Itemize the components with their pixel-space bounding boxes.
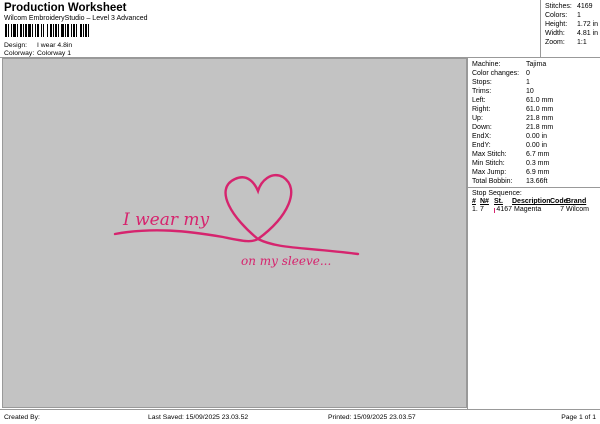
stop-row: 1. 7 4167 Magenta 7 Wilcom — [472, 206, 600, 214]
colorway-value: Colorway 1 — [37, 50, 71, 57]
summary-value: 4169 — [577, 3, 593, 10]
stop-col-header: St. — [494, 198, 503, 205]
summary-label: Colors: — [545, 12, 568, 19]
footer: Created By: Last Saved: 15/09/2025 23.03… — [0, 409, 600, 424]
software-name: Wilcom EmbroideryStudio – Level 3 Advanc… — [4, 15, 148, 22]
summary-box: Stitches: 4169 Colors: 1 Height: 1.72 in Wi… — [540, 0, 600, 58]
detail-value: 0.3 mm — [526, 160, 550, 167]
machine-details: Machine: Tajima Color changes: 0 Stops: 1 Trim… — [467, 58, 600, 409]
design-label: Design: — [4, 42, 28, 49]
barcode — [5, 24, 101, 37]
detail-row: Down: 21.8 mm — [472, 123, 600, 132]
detail-value: 10 — [526, 88, 534, 95]
last-saved: Last Saved: 15/09/2025 23.03.52 — [148, 414, 249, 421]
summary-label: Zoom: — [545, 39, 565, 46]
stop-col-header: # — [472, 198, 476, 205]
summary-value: 1:1 — [577, 39, 587, 46]
detail-value: 61.0 mm — [526, 106, 554, 113]
stop-col-header: Brand — [566, 198, 587, 205]
detail-label: Trims: — [472, 88, 492, 95]
design-text-line1: I wear my — [122, 210, 210, 230]
detail-label: Left: — [472, 97, 486, 104]
detail-row: EndY: 0.00 in — [472, 141, 600, 150]
printed-date: Printed: 15/09/2025 23.03.57 — [328, 414, 416, 421]
created-by: Created By: — [4, 414, 40, 421]
summary-value: 4.81 in — [577, 30, 599, 37]
detail-value: 13.66ft — [526, 178, 548, 185]
detail-row: Max Jump: 6.9 mm — [472, 168, 600, 177]
summary-label: Height: — [545, 21, 568, 28]
detail-value: 21.8 mm — [526, 124, 554, 131]
detail-row: Min Stitch: 0.3 mm — [472, 159, 600, 168]
stop-table-header: # N# St. Description Code Brand — [472, 198, 600, 206]
page-title: Production Worksheet — [4, 2, 127, 14]
detail-row: Machine: Tajima — [472, 60, 600, 69]
page-number: Page 1 of 1 — [561, 414, 596, 421]
detail-value: 0 — [526, 70, 530, 77]
colorway-label: Colorway: — [4, 50, 35, 57]
design-text-line2: on my sleeve... — [241, 254, 331, 268]
embroidery-design: I wear my on my sleeve... — [113, 174, 360, 268]
design-preview: I wear my on my sleeve... — [2, 58, 467, 408]
detail-label: Max Stitch: — [472, 151, 507, 158]
detail-row: Left: 61.0 mm — [472, 96, 600, 105]
detail-value: 61.0 mm — [526, 97, 554, 104]
detail-label: Up: — [472, 115, 483, 122]
detail-label: Color changes: — [472, 70, 520, 77]
detail-row: Max Stitch: 6.7 mm — [472, 150, 600, 159]
stop-col-header: N# — [480, 198, 489, 205]
detail-label: Right: — [472, 106, 491, 113]
design-value: I wear 4.8in — [37, 42, 73, 49]
stitch-count: 4167 — [496, 206, 512, 213]
detail-label: Total Bobbin: — [472, 178, 513, 185]
thread-brand: Wilcom — [566, 206, 589, 213]
detail-label: Min Stitch: — [472, 160, 505, 167]
needle-num: 7 — [480, 206, 484, 213]
color-code: 7 — [560, 206, 564, 213]
detail-row: EndX: 0.00 in — [472, 132, 600, 141]
detail-value: 1 — [526, 79, 530, 86]
detail-value: 0.00 in — [526, 142, 548, 149]
detail-row: Trims: 10 — [472, 87, 600, 96]
stop-sequence: Stop Sequence: # N# St. Description Code Brand… — [468, 187, 600, 214]
color-description: Magenta — [514, 206, 542, 213]
detail-label: EndY: — [472, 142, 491, 149]
summary-label: Stitches: — [545, 3, 572, 10]
summary-label: Width: — [545, 30, 565, 37]
summary-value: 1.72 in — [577, 21, 599, 28]
detail-value: 0.00 in — [526, 133, 548, 140]
stop-col-header: Description — [512, 198, 551, 205]
summary-value: 1 — [577, 12, 581, 19]
stop-num: 1. — [472, 206, 478, 213]
detail-label: Stops: — [472, 79, 492, 86]
detail-row: Right: 61.0 mm — [472, 105, 600, 114]
detail-label: EndX: — [472, 133, 492, 140]
detail-value: 21.8 mm — [526, 115, 554, 122]
detail-row: Color changes: 0 — [472, 69, 600, 78]
detail-value: 6.9 mm — [526, 169, 550, 176]
detail-label: Max Jump: — [472, 169, 507, 176]
detail-value: 6.7 mm — [526, 151, 550, 158]
stop-sequence-title: Stop Sequence: — [472, 190, 522, 197]
detail-label: Machine: — [472, 61, 501, 68]
color-swatch — [494, 207, 496, 213]
stop-col-header: Code — [550, 198, 568, 205]
detail-row: Stops: 1 — [472, 78, 600, 87]
detail-label: Down: — [472, 124, 492, 131]
detail-row: Total Bobbin: 13.66ft — [472, 177, 600, 186]
detail-value: Tajima — [526, 61, 547, 68]
detail-row: Up: 21.8 mm — [472, 114, 600, 123]
